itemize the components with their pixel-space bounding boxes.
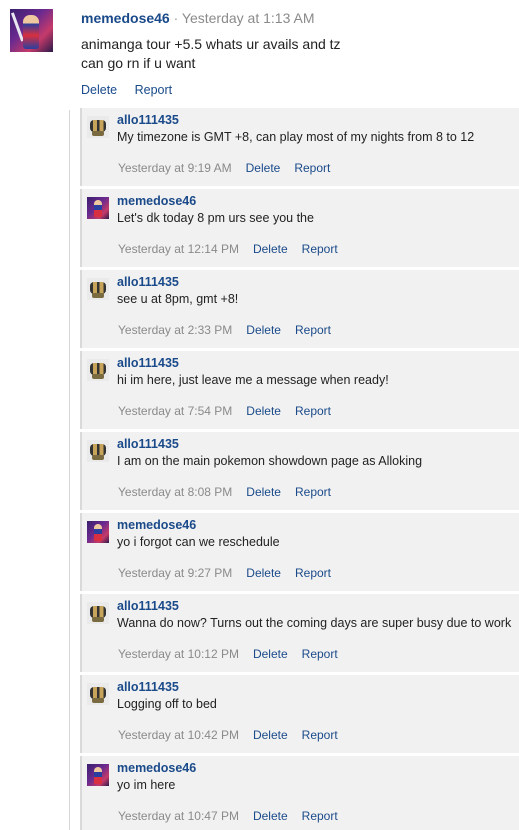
comment-meta: Yesterday at 8:08 PM Delete Report	[118, 485, 345, 499]
allo-avatar[interactable]	[87, 602, 109, 624]
comment-author[interactable]: allo111435	[117, 113, 179, 127]
post-header: memedose46 · Yesterday at 1:13 AM	[81, 10, 315, 26]
comment-timestamp[interactable]: Yesterday at 2:33 PM	[118, 323, 232, 337]
comment-timestamp[interactable]: Yesterday at 9:19 AM	[118, 161, 232, 175]
comment-item: allo111435 hi im here, just leave me a me…	[80, 351, 519, 429]
comment-report-link[interactable]: Report	[294, 161, 330, 175]
comment-meta: Yesterday at 12:14 PM Delete Report	[118, 242, 352, 256]
memedose-avatar[interactable]	[87, 521, 109, 543]
header-separator: ·	[173, 10, 179, 26]
allo-avatar[interactable]	[87, 116, 109, 138]
comment-timestamp[interactable]: Yesterday at 8:08 PM	[118, 485, 232, 499]
comment-author[interactable]: allo111435	[117, 356, 179, 370]
allo-avatar[interactable]	[87, 359, 109, 381]
comment-timestamp[interactable]: Yesterday at 7:54 PM	[118, 404, 232, 418]
post-message-line: can go rn if u want	[81, 55, 196, 71]
thread-divider	[69, 110, 70, 830]
comment-text: I am on the main pokemon showdown page a…	[117, 454, 423, 468]
comment-text: see u at 8pm, gmt +8!	[117, 292, 239, 306]
comment-timestamp[interactable]: Yesterday at 10:47 PM	[118, 809, 239, 823]
comment-report-link[interactable]: Report	[302, 647, 338, 661]
post-message-line: animanga tour +5.5 whats ur avails and t…	[81, 36, 341, 52]
comment-meta: Yesterday at 9:27 PM Delete Report	[118, 566, 345, 580]
comment-meta: Yesterday at 10:47 PM Delete Report	[118, 809, 352, 823]
comment-report-link[interactable]: Report	[295, 404, 331, 418]
comment-author[interactable]: memedose46	[117, 518, 196, 532]
comment-text: My timezone is GMT +8, can play most of …	[117, 130, 475, 144]
comment-timestamp[interactable]: Yesterday at 9:27 PM	[118, 566, 232, 580]
comment-report-link[interactable]: Report	[295, 566, 331, 580]
comment-author[interactable]: allo111435	[117, 275, 179, 289]
comment-delete-link[interactable]: Delete	[246, 566, 281, 580]
comment-text: hi im here, just leave me a message when…	[117, 373, 389, 387]
comment-timestamp[interactable]: Yesterday at 10:42 PM	[118, 728, 239, 742]
avatar-figure-graphic	[23, 15, 39, 49]
comment-item: allo111435 My timezone is GMT +8, can pla…	[80, 108, 519, 186]
comment-item: allo111435 Logging off to bed Yesterday at…	[80, 675, 519, 753]
comment-meta: Yesterday at 2:33 PM Delete Report	[118, 323, 345, 337]
memedose-avatar[interactable]	[87, 764, 109, 786]
post-report-link[interactable]: Report	[135, 83, 173, 97]
comment-report-link[interactable]: Report	[295, 323, 331, 337]
comment-list: allo111435 My timezone is GMT +8, can pla…	[80, 108, 519, 830]
comment-delete-link[interactable]: Delete	[246, 485, 281, 499]
comment-timestamp[interactable]: Yesterday at 12:14 PM	[118, 242, 239, 256]
comment-item: allo111435 I am on the main pokemon showd…	[80, 432, 519, 510]
comment-delete-link[interactable]: Delete	[253, 728, 288, 742]
comment-item: memedose46 Let's dk today 8 pm urs see yo…	[80, 189, 519, 267]
comment-author[interactable]: allo111435	[117, 680, 179, 694]
comment-meta: Yesterday at 7:54 PM Delete Report	[118, 404, 345, 418]
post-delete-link[interactable]: Delete	[81, 83, 117, 97]
comment-item: memedose46 yo im here Yesterday at 10:47 P…	[80, 756, 519, 830]
comment-author[interactable]: allo111435	[117, 437, 179, 451]
comment-item: memedose46 yo i forgot can we reschedule Y…	[80, 513, 519, 591]
comment-delete-link[interactable]: Delete	[246, 161, 281, 175]
comment-text: yo i forgot can we reschedule	[117, 535, 280, 549]
post-author-name[interactable]: memedose46	[81, 10, 170, 26]
post-author-avatar[interactable]	[10, 9, 53, 52]
comment-text: Let's dk today 8 pm urs see you the	[117, 211, 314, 225]
comment-author[interactable]: memedose46	[117, 761, 196, 775]
allo-avatar[interactable]	[87, 440, 109, 462]
comment-delete-link[interactable]: Delete	[253, 647, 288, 661]
post-timestamp[interactable]: Yesterday at 1:13 AM	[182, 10, 315, 26]
allo-avatar[interactable]	[87, 278, 109, 300]
memedose-avatar[interactable]	[87, 197, 109, 219]
comment-timestamp[interactable]: Yesterday at 10:12 PM	[118, 647, 239, 661]
post-message: animanga tour +5.5 whats ur avails and t…	[81, 35, 341, 73]
comment-meta: Yesterday at 9:19 AM Delete Report	[118, 161, 344, 175]
comment-report-link[interactable]: Report	[295, 485, 331, 499]
comment-report-link[interactable]: Report	[302, 728, 338, 742]
comment-author[interactable]: memedose46	[117, 194, 196, 208]
comment-item: allo111435 see u at 8pm, gmt +8! Yesterday…	[80, 270, 519, 348]
allo-avatar[interactable]	[87, 683, 109, 705]
comment-delete-link[interactable]: Delete	[253, 242, 288, 256]
comment-meta: Yesterday at 10:12 PM Delete Report	[118, 647, 352, 661]
comment-delete-link[interactable]: Delete	[246, 404, 281, 418]
comment-report-link[interactable]: Report	[302, 809, 338, 823]
comment-author[interactable]: allo111435	[117, 599, 179, 613]
comment-meta: Yesterday at 10:42 PM Delete Report	[118, 728, 352, 742]
comment-delete-link[interactable]: Delete	[253, 809, 288, 823]
comment-text: yo im here	[117, 778, 176, 792]
comment-delete-link[interactable]: Delete	[246, 323, 281, 337]
comment-text: Logging off to bed	[117, 697, 217, 711]
post-actions: Delete Report	[81, 83, 186, 97]
comment-item: allo111435 Wanna do now? Turns out the co…	[80, 594, 519, 672]
comment-report-link[interactable]: Report	[302, 242, 338, 256]
comment-text: Wanna do now? Turns out the coming days …	[117, 616, 512, 630]
